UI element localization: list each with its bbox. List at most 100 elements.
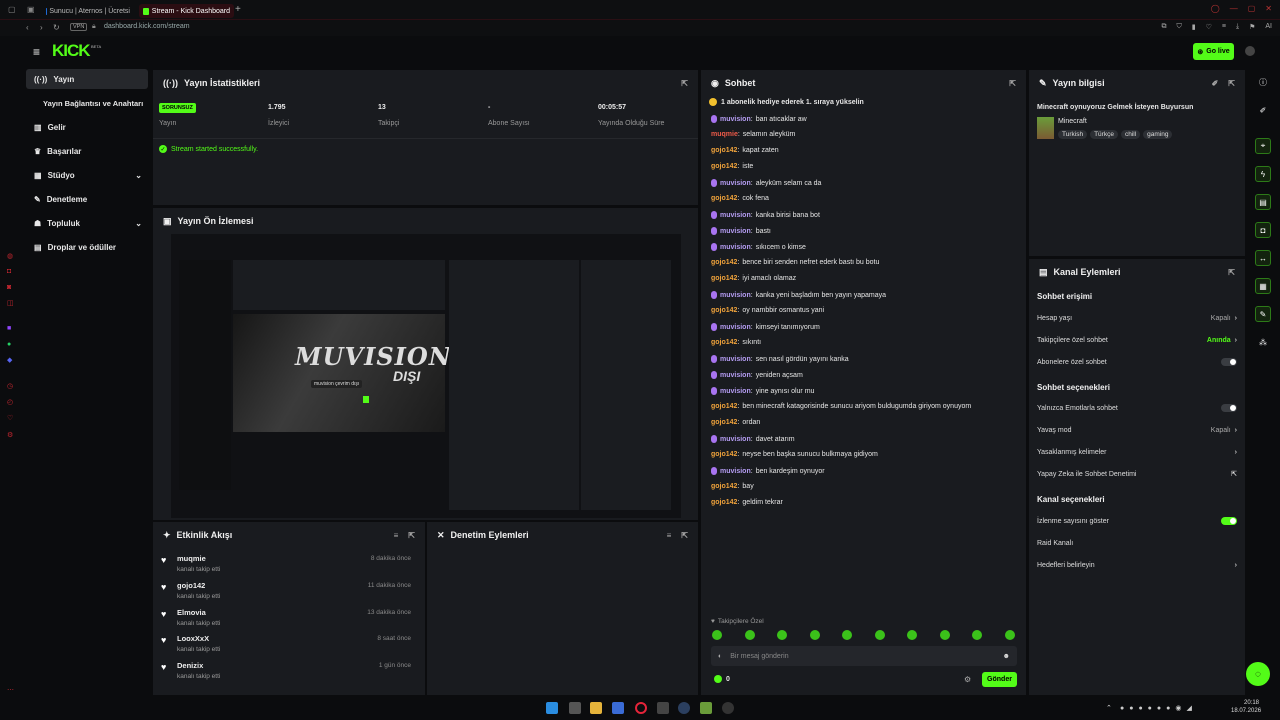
windows-start-icon[interactable]: [546, 702, 558, 714]
emote-icon[interactable]: [972, 630, 982, 640]
nav-item-gelir[interactable]: ▥ Gelir: [26, 117, 148, 137]
preview-video[interactable]: MUVISION DIŞI muvision çevrim dışı: [171, 234, 681, 518]
nav-item-stream-key[interactable]: Yayın Bağlantısı ve Anahtarı: [26, 93, 148, 113]
back-icon[interactable]: ‹: [26, 23, 29, 32]
nav-item-droplar[interactable]: ▤ Droplar ve ödüller: [26, 237, 148, 257]
tab-aternos[interactable]: Sunucu | Aternos | Ücretsi: [42, 4, 134, 18]
activity-user[interactable]: Denizix: [177, 661, 203, 670]
emote-icon[interactable]: [712, 630, 722, 640]
activity-user[interactable]: Elmovia: [177, 608, 206, 617]
sidebar-toggle-icon[interactable]: ▢: [8, 5, 16, 14]
note-icon[interactable]: ▤: [1255, 194, 1271, 210]
help-chat-button[interactable]: ◌: [1246, 662, 1270, 686]
new-tab-icon[interactable]: +: [235, 4, 241, 15]
extensions-icon[interactable]: ⚑: [1249, 23, 1255, 31]
shopping-icon[interactable]: ◘: [7, 268, 11, 275]
chat-username[interactable]: muvision: [720, 244, 751, 251]
steam-icon[interactable]: [678, 702, 690, 714]
followers-chat-row[interactable]: Takipçilere özel sohbet Anında ›: [1037, 333, 1237, 347]
reload-icon[interactable]: ↻: [53, 23, 60, 32]
show-viewers-toggle[interactable]: [1221, 517, 1237, 525]
vpn-badge[interactable]: VPN: [70, 23, 88, 31]
clock-time[interactable]: 20:18: [1244, 700, 1259, 706]
popout-icon[interactable]: ⇱: [1228, 268, 1235, 277]
tab-kick-dashboard[interactable]: Stream - Kick Dashboard: [139, 4, 234, 18]
chat-username[interactable]: muvision: [720, 356, 751, 363]
emotes-only-toggle[interactable]: [1221, 404, 1237, 412]
download-icon[interactable]: ⤓: [1236, 23, 1239, 31]
obs-icon[interactable]: [722, 702, 734, 714]
workspace-icon[interactable]: ▣: [27, 5, 35, 14]
hamburger-icon[interactable]: ≡: [33, 45, 40, 59]
snapshot-icon[interactable]: ⧉: [1162, 23, 1167, 31]
task-view-icon[interactable]: [569, 702, 581, 714]
emote-icon[interactable]: [842, 630, 852, 640]
chat-username[interactable]: muvision: [720, 468, 751, 475]
tag[interactable]: gaming: [1143, 130, 1173, 139]
chat-username[interactable]: muvision: [720, 212, 751, 219]
clock-icon[interactable]: ◴: [7, 398, 13, 406]
nav-item-denetleme[interactable]: ✎ Denetleme: [26, 189, 148, 209]
chat-username[interactable]: muvision: [720, 116, 751, 123]
chat-username[interactable]: muqmie: [711, 131, 738, 138]
whatsapp-icon[interactable]: ●: [7, 341, 11, 348]
pinned-banner[interactable]: 1 abonelik hediye ederek 1. sıraya yükse…: [709, 96, 1019, 108]
settings-icon[interactable]: ⚙: [7, 431, 13, 439]
lightning-icon[interactable]: ϟ: [1255, 166, 1271, 182]
popout-icon[interactable]: ⇱: [1009, 79, 1016, 88]
info-icon[interactable]: ⓘ: [1255, 74, 1271, 90]
chat-username[interactable]: muvision: [720, 372, 751, 379]
account-age-row[interactable]: Hesap yaşı Kapalı ›: [1037, 311, 1237, 325]
heart-icon[interactable]: ♡: [1206, 23, 1212, 31]
url-field[interactable]: dashboard.kick.com/stream: [104, 23, 190, 30]
emote-icon[interactable]: [745, 630, 755, 640]
chat-username[interactable]: muvision: [720, 436, 751, 443]
popout-icon[interactable]: ⇱: [681, 79, 688, 88]
emote-icon[interactable]: [1005, 630, 1015, 640]
chat-username[interactable]: gojo142: [711, 403, 737, 410]
menu-icon[interactable]: ≡: [1222, 23, 1226, 31]
chat-username[interactable]: gojo142: [711, 483, 737, 490]
chat-username[interactable]: gojo142: [711, 195, 737, 202]
chat-username[interactable]: gojo142: [711, 451, 737, 458]
activity-user[interactable]: LooxXxX: [177, 634, 209, 643]
tag[interactable]: chill: [1120, 130, 1141, 139]
wallet-icon[interactable]: ◙: [7, 284, 11, 291]
emote-icon[interactable]: [810, 630, 820, 640]
nav-item-studyo[interactable]: ▦ Stüdyo ⌄: [26, 165, 148, 185]
slow-mode-row[interactable]: Yavaş mod Kapalı ›: [1037, 423, 1237, 437]
chat-bubble-icon[interactable]: ◘: [1255, 222, 1271, 238]
send-button[interactable]: Gönder: [982, 672, 1017, 687]
popout-icon[interactable]: ⇱: [1228, 79, 1235, 88]
nav-item-basarilar[interactable]: ♛ Başarılar: [26, 141, 148, 161]
raid-row[interactable]: Raid Kanalı: [1037, 536, 1237, 550]
search-tabs-icon[interactable]: ◯: [1211, 4, 1220, 13]
filter-icon[interactable]: ≡: [667, 531, 672, 540]
popout-icon[interactable]: ⇱: [408, 531, 415, 540]
clock-date[interactable]: 18.07.2026: [1231, 708, 1261, 714]
emoji-picker-icon[interactable]: ☻: [1003, 653, 1010, 660]
goals-row[interactable]: Hedefleri belirleyin ›: [1037, 558, 1237, 572]
clip-icon[interactable]: ⌖: [1255, 138, 1271, 154]
chat-username[interactable]: gojo142: [711, 307, 737, 314]
activity-user[interactable]: gojo142: [177, 581, 205, 590]
emote-icon[interactable]: [875, 630, 885, 640]
chat-username[interactable]: gojo142: [711, 499, 737, 506]
avatar[interactable]: [1245, 46, 1255, 56]
heart-sidebar-icon[interactable]: ♡: [7, 414, 13, 422]
maximize-icon[interactable]: ▢: [1248, 4, 1256, 13]
tools-icon[interactable]: ✎: [1255, 306, 1271, 322]
banned-words-row[interactable]: Yasaklanmış kelimeler ›: [1037, 445, 1237, 459]
tag[interactable]: Turkish: [1058, 130, 1088, 139]
history-icon[interactable]: ◷: [7, 382, 13, 390]
chat-username[interactable]: muvision: [720, 324, 751, 331]
chat-username[interactable]: muvision: [720, 388, 751, 395]
chat-username[interactable]: muvision: [720, 180, 751, 187]
tag[interactable]: Türkçe: [1090, 130, 1118, 139]
chat-username[interactable]: muvision: [720, 292, 751, 299]
chat-settings-icon[interactable]: ⚙: [964, 675, 971, 684]
aria-icon[interactable]: ◍: [7, 252, 13, 260]
chat-username[interactable]: gojo142: [711, 419, 737, 426]
opera-gx-icon[interactable]: [635, 702, 647, 714]
kick-logo[interactable]: KICK: [52, 41, 91, 61]
